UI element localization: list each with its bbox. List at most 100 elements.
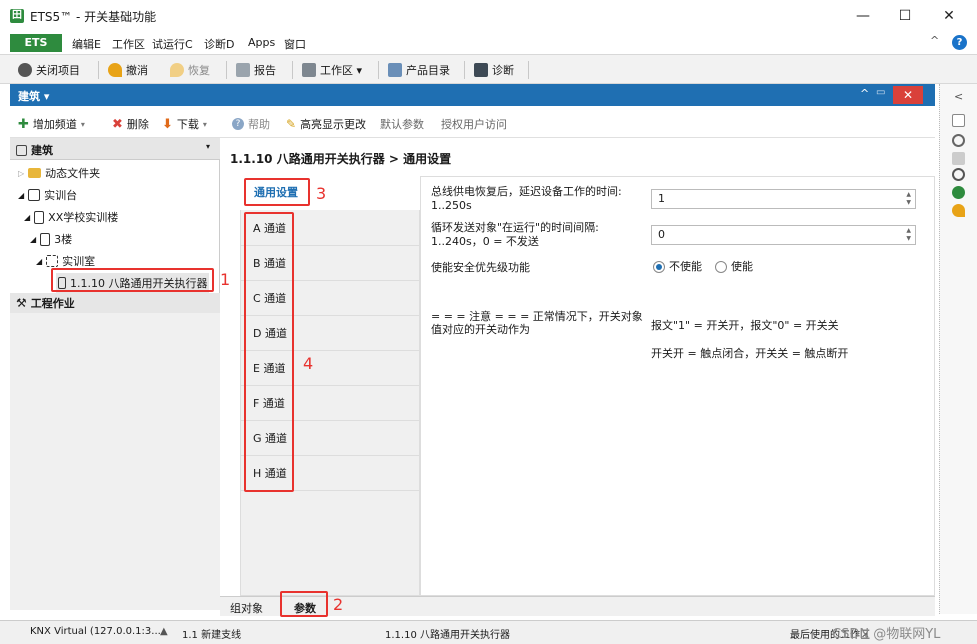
menu-edit[interactable]: 编辑E xyxy=(72,36,101,52)
close-project-button[interactable]: 关闭项目 xyxy=(18,61,80,79)
spinner-icon[interactable]: ▲ ▼ xyxy=(906,191,911,207)
undo-button[interactable]: 撤消 xyxy=(108,61,148,79)
radio-label: 使能 xyxy=(731,260,753,273)
chevron-down-icon[interactable]: ▾ xyxy=(206,142,210,151)
toolbar-divider xyxy=(98,61,99,79)
ets-app-icon: 田 xyxy=(10,9,24,23)
chevron-up-icon[interactable]: ▲ xyxy=(160,626,168,637)
room-icon xyxy=(46,255,59,267)
search-icon[interactable] xyxy=(952,134,965,147)
building-icon xyxy=(28,189,41,201)
report-label: 报告 xyxy=(254,64,276,77)
download-arrow-icon: ⬇ xyxy=(162,116,173,132)
delay-time-value: 1 xyxy=(658,192,665,205)
minimize-button[interactable]: — xyxy=(848,6,878,26)
menu-diagnostics[interactable]: 诊断D xyxy=(204,36,234,52)
properties-icon[interactable] xyxy=(952,114,965,127)
highlight-changes-button[interactable]: ✎ 高亮显示更改 xyxy=(286,116,366,132)
menu-commissioning[interactable]: 试运行C xyxy=(152,36,193,52)
highlighter-icon: ✎ xyxy=(286,117,297,131)
main-toolbar: 关闭项目 撤消 恢复 报告 工作区 ▾ 产品目录 诊断 xyxy=(0,54,977,84)
panel-title[interactable]: 建筑 ▾ xyxy=(18,88,49,104)
note-telegram-text: 报文"1" = 开关开，报文"0" = 开关关 xyxy=(651,319,839,332)
project-operations-label: 工程作业 xyxy=(30,297,75,310)
help-icon[interactable]: ? xyxy=(952,35,967,50)
catalog-button[interactable]: 产品目录 xyxy=(388,61,450,79)
list-icon[interactable] xyxy=(952,152,965,165)
help-label: 帮助 xyxy=(248,118,270,131)
tree-item-floor-3[interactable]: ◢ 3楼 xyxy=(30,231,72,247)
radio-selected-icon xyxy=(653,261,665,273)
diagnostics-icon xyxy=(474,63,488,77)
default-params-button[interactable]: 默认参数 xyxy=(380,116,424,132)
tree-item-training-room[interactable]: ◢ 实训室 xyxy=(36,253,95,269)
tree-header[interactable]: 建筑 ▾ xyxy=(10,138,220,160)
maximize-button[interactable]: ☐ xyxy=(890,6,920,26)
ets-menu-button[interactable]: ETS xyxy=(10,34,62,52)
toolbar-divider xyxy=(378,61,379,79)
workspace-button[interactable]: 工作区 ▾ xyxy=(302,61,362,79)
add-channel-button[interactable]: ✚ 增加频道 ▾ xyxy=(18,116,85,132)
panel-close-button[interactable]: ✕ xyxy=(893,86,923,104)
tree-item-school-building[interactable]: ◢ XX学校实训楼 xyxy=(24,209,118,225)
param-delay-label: 总线供电恢复后，延迟设备工作的时间: xyxy=(431,185,622,198)
menu-window[interactable]: 窗口 xyxy=(284,36,306,52)
device-breadcrumb: 1.1.10 八路通用开关执行器 > 通用设置 xyxy=(230,152,452,166)
default-params-label: 默认参数 xyxy=(380,118,424,131)
tree-item-training-bench[interactable]: ◢ 实训台 xyxy=(18,187,77,203)
param-cycle-label: 循环发送对象"在运行"的时间间隔: xyxy=(431,221,599,234)
redo-button[interactable]: 恢复 xyxy=(170,61,210,79)
diagnostics-button[interactable]: 诊断 xyxy=(474,61,514,79)
cycle-interval-input[interactable]: 0 ▲ ▼ xyxy=(651,225,916,245)
authorize-users-button[interactable]: 授权用户访问 xyxy=(441,116,507,132)
tree-item-dynamic-folders[interactable]: ▷ 动态文件夹 xyxy=(18,165,100,181)
tree-item-label: 动态文件夹 xyxy=(45,167,101,180)
printer-icon xyxy=(236,63,250,77)
report-button[interactable]: 报告 xyxy=(236,61,276,79)
note-contact-text: 开关开 = 触点闭合，开关关 = 触点断开 xyxy=(651,347,849,360)
delay-time-input[interactable]: 1 ▲ ▼ xyxy=(651,189,916,209)
undo-history-icon[interactable] xyxy=(952,204,965,217)
annotation-number-1: 1 xyxy=(220,270,231,289)
tree-item-label: XX学校实训楼 xyxy=(48,211,119,224)
expand-icon[interactable]: ▷ xyxy=(18,169,24,178)
toolbar-divider xyxy=(464,61,465,79)
collapse-icon[interactable]: ◢ xyxy=(36,257,42,266)
undo-label: 撤消 xyxy=(126,64,148,77)
current-line-status[interactable]: 1.1 新建支线 xyxy=(182,626,241,641)
menu-apps[interactable]: Apps xyxy=(248,36,275,49)
building-icon xyxy=(34,210,45,224)
tab-group-objects[interactable]: 组对象 xyxy=(230,600,263,616)
collapse-icon[interactable]: ◢ xyxy=(30,235,36,244)
project-operations-header[interactable]: ⚒ 工程作业 xyxy=(10,293,220,313)
history-icon[interactable] xyxy=(952,168,965,181)
connection-status[interactable]: KNX Virtual (127.0.0.1:3... xyxy=(30,626,161,637)
plus-icon: ✚ xyxy=(18,116,29,132)
ribbon-collapse-icon[interactable]: ^ xyxy=(930,34,939,47)
annotation-box-device xyxy=(51,268,214,292)
panel-restore-icon[interactable]: ▭ xyxy=(876,87,885,98)
tree-item-label: 实训台 xyxy=(44,189,78,202)
annotation-box-general xyxy=(244,178,310,206)
collapse-icon[interactable]: ◢ xyxy=(24,213,30,222)
delete-button[interactable]: ✖ 删除 xyxy=(112,116,149,132)
help-button[interactable]: ? 帮助 xyxy=(232,116,270,132)
diagnostics-label: 诊断 xyxy=(492,64,514,77)
annotation-number-3: 3 xyxy=(316,184,327,203)
download-button[interactable]: ⬇ 下载 ▾ xyxy=(162,116,207,132)
close-window-button[interactable]: ✕ xyxy=(934,6,964,26)
dropdown-arrow-icon[interactable]: ▾ xyxy=(81,120,85,129)
play-icon[interactable] xyxy=(952,186,965,199)
tree-item-label: 3楼 xyxy=(54,233,73,246)
panel-collapse-icon[interactable]: ^ xyxy=(860,87,869,100)
download-label: 下载 xyxy=(176,118,199,131)
safety-disable-radio[interactable]: 不使能 xyxy=(653,260,702,273)
safety-enable-radio[interactable]: 使能 xyxy=(715,260,753,273)
chevron-left-icon[interactable]: < xyxy=(954,90,963,103)
annotation-box-channels xyxy=(244,212,294,492)
param-safety-label: 使能安全优先级功能 xyxy=(431,261,530,274)
dropdown-arrow-icon[interactable]: ▾ xyxy=(203,120,207,129)
spinner-icon[interactable]: ▲ ▼ xyxy=(906,227,911,243)
menu-workspace[interactable]: 工作区 xyxy=(112,36,145,52)
collapse-icon[interactable]: ◢ xyxy=(18,191,24,200)
